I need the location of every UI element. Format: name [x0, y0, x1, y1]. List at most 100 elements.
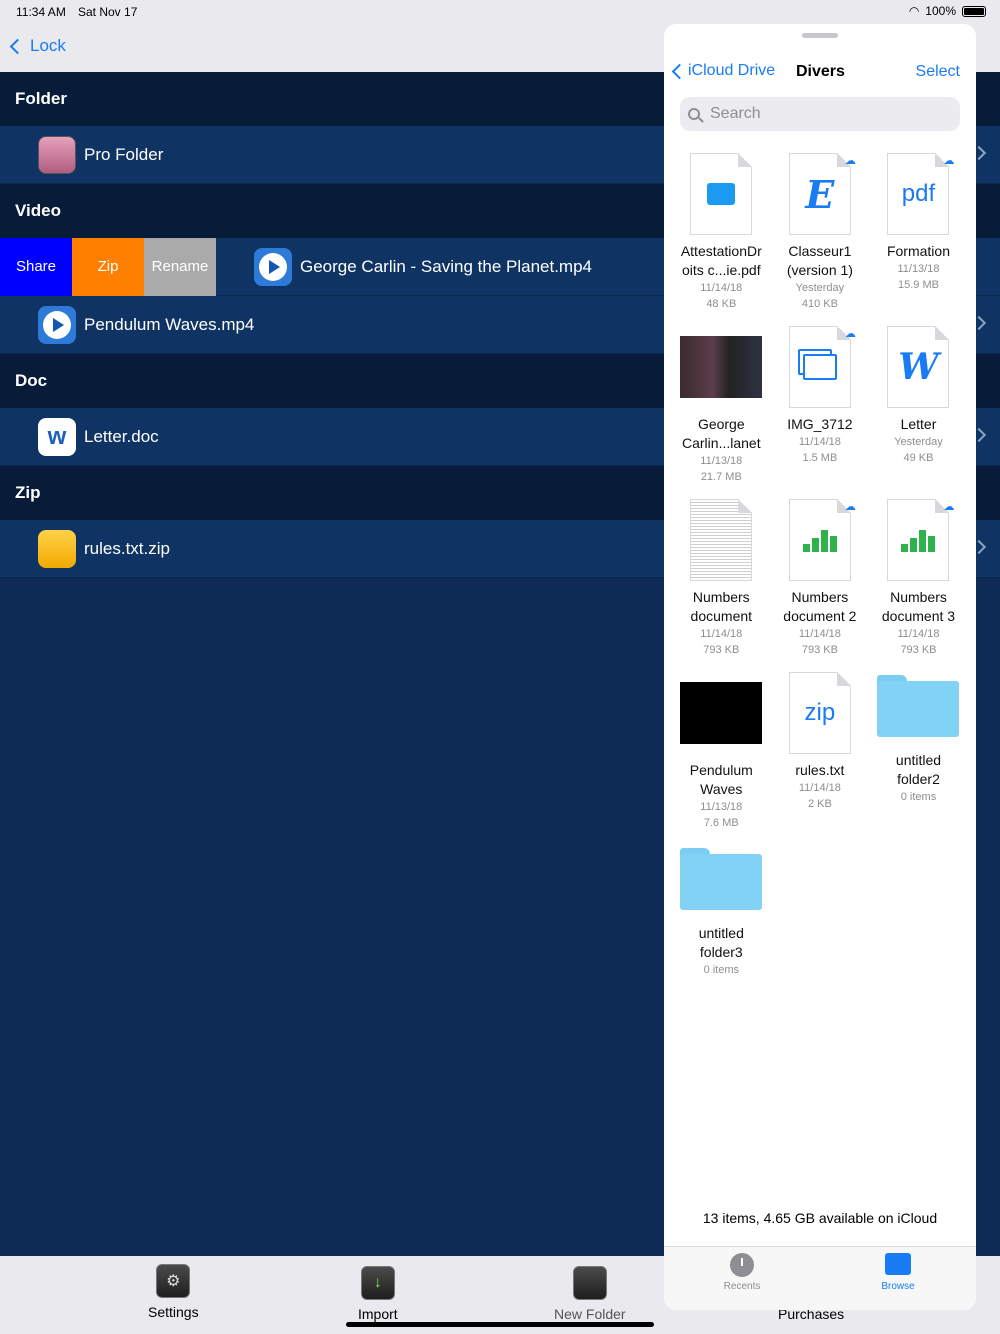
status-time: 11:34 AM [16, 5, 66, 19]
folder-name-line2: folder2 [897, 771, 940, 787]
picker-tab-bar: Recents Browse [664, 1246, 976, 1310]
file-name: Letter [900, 416, 937, 432]
back-button[interactable]: Lock [9, 36, 66, 56]
list-item-label: Letter.doc [84, 426, 159, 446]
icloud-drive-back-button[interactable]: iCloud Drive [671, 62, 775, 80]
pdf-file-icon: pdf [887, 153, 950, 235]
file-name: Classeur1 [788, 243, 852, 259]
file-size: 48 KB [706, 298, 737, 310]
battery-icon [962, 5, 986, 17]
import-button[interactable]: ↓ Import [358, 1266, 398, 1322]
folder-icon [680, 848, 763, 910]
file-size: 1.5 MB [802, 452, 838, 464]
video-thumbnail [680, 336, 763, 398]
list-item-label: rules.txt.zip [84, 538, 170, 558]
search-placeholder: Search [710, 105, 761, 122]
folder-item[interactable]: untitled folder3 0 items [672, 844, 771, 1017]
file-name: Numbers [692, 589, 750, 605]
rename-button[interactable]: Rename [144, 237, 216, 296]
spreadsheet-file-icon: E [788, 153, 851, 235]
file-item[interactable]: George Carlin...lanet 11/13/18 21.7 MB [672, 325, 771, 498]
chevron-left-icon [671, 63, 688, 79]
cloud-download-icon: ☁ [943, 501, 955, 513]
file-item[interactable]: ☁ Numbers document 3 11/14/18 793 KB [869, 498, 968, 671]
document-picker-sheet: iCloud Drive Divers Select Search Attest… [664, 24, 976, 1310]
tab-browse[interactable]: Browse [858, 1253, 938, 1292]
list-item-label: Pro Folder [84, 144, 164, 164]
file-glyph: zip [804, 699, 836, 726]
numbers-file-icon [788, 499, 851, 581]
storage-summary: 13 items, 4.65 GB available on iCloud [702, 1210, 938, 1226]
section-title: Folder [15, 89, 67, 108]
folder-item[interactable]: untitled folder2 0 items [869, 671, 968, 844]
file-date: Yesterday [795, 282, 845, 294]
file-size: 2 KB [807, 798, 832, 810]
file-item[interactable]: zip rules.txt 11/14/18 2 KB [771, 671, 870, 844]
list-item-label: Pendulum Waves.mp4 [84, 314, 255, 334]
file-glyph: W [898, 346, 939, 388]
tab-recents[interactable]: Recents [702, 1253, 782, 1292]
file-size: 410 KB [801, 298, 838, 310]
play-icon [53, 317, 64, 332]
search-input[interactable]: Search [680, 97, 960, 131]
file-item[interactable]: Numbers document 11/14/18 793 KB [672, 498, 771, 671]
file-grid: AttestationDr oits c...ie.pdf 11/14/18 4… [672, 152, 968, 1017]
file-date: 11/14/18 [798, 782, 841, 794]
file-item[interactable]: Pendulum Waves 11/13/18 7.6 MB [672, 671, 771, 844]
chevron-left-icon [9, 38, 26, 54]
toolbar-label: Settings [148, 1304, 199, 1320]
file-size: 793 KB [900, 644, 937, 656]
zip-file-icon [38, 529, 76, 568]
status-bar: 11:34 AM Sat Nov 17 ◠ 100% [0, 0, 1000, 24]
file-glyph: pdf [901, 180, 936, 207]
picker-nav-bar: iCloud Drive Divers Select [664, 58, 976, 88]
file-name-line2: document 2 [783, 608, 857, 624]
file-item[interactable]: AttestationDr oits c...ie.pdf 11/14/18 4… [672, 152, 771, 325]
home-indicator [346, 1322, 654, 1327]
cloud-download-icon: ☁ [844, 328, 856, 340]
status-date: Sat Nov 17 [78, 5, 138, 19]
file-name: Formation [886, 243, 950, 259]
image-file-icon [788, 326, 851, 408]
video-file-icon [254, 247, 292, 286]
battery-percent: 100% [925, 4, 956, 18]
file-date: 11/14/18 [798, 628, 841, 640]
file-name: IMG_3712 [787, 416, 853, 432]
new-folder-icon [572, 1266, 607, 1300]
file-date: 11/13/18 [700, 455, 743, 467]
file-name: rules.txt [795, 762, 845, 778]
tab-label: Recents [723, 1281, 761, 1292]
settings-button[interactable]: ⚙ Settings [148, 1264, 199, 1320]
cloud-download-icon: ☁ [844, 155, 856, 167]
sheet-grabber[interactable] [802, 33, 838, 38]
file-name: George [697, 416, 745, 432]
file-glyph: E [805, 171, 835, 217]
file-item[interactable]: pdf ☁ Formation 11/13/18 15.9 MB [869, 152, 968, 325]
file-size: 7.6 MB [703, 817, 739, 829]
file-item[interactable]: ☁ IMG_3712 11/14/18 1.5 MB [771, 325, 870, 498]
section-title: Zip [15, 483, 41, 502]
folder-icon [877, 675, 960, 737]
spreadsheet-thumbnail [690, 499, 753, 581]
new-folder-button[interactable]: New Folder [554, 1266, 626, 1322]
file-size: 49 KB [903, 452, 934, 464]
gear-icon: ⚙ [156, 1264, 191, 1298]
section-title: Doc [15, 371, 48, 390]
search-icon [688, 108, 700, 120]
list-item-label: George Carlin - Saving the Planet.mp4 [300, 256, 592, 276]
select-button[interactable]: Select [916, 63, 960, 81]
file-size: 793 KB [703, 644, 740, 656]
share-button[interactable]: Share [0, 237, 72, 296]
cloud-download-icon: ☁ [844, 501, 856, 513]
zip-button[interactable]: Zip [72, 237, 144, 296]
file-item[interactable]: E ☁ Classeur1 (version 1) Yesterday 410 … [771, 152, 870, 325]
folder-name-line2: folder3 [699, 944, 743, 960]
back-label: Lock [30, 36, 66, 55]
file-date: 11/14/18 [700, 628, 743, 640]
section-title: Video [15, 201, 61, 220]
file-date: 11/14/18 [798, 436, 841, 448]
file-name: Numbers [890, 589, 947, 605]
file-item[interactable]: W Letter Yesterday 49 KB [869, 325, 968, 498]
file-item[interactable]: ☁ Numbers document 2 11/14/18 793 KB [771, 498, 870, 671]
toolbar-label: Import [358, 1306, 398, 1322]
